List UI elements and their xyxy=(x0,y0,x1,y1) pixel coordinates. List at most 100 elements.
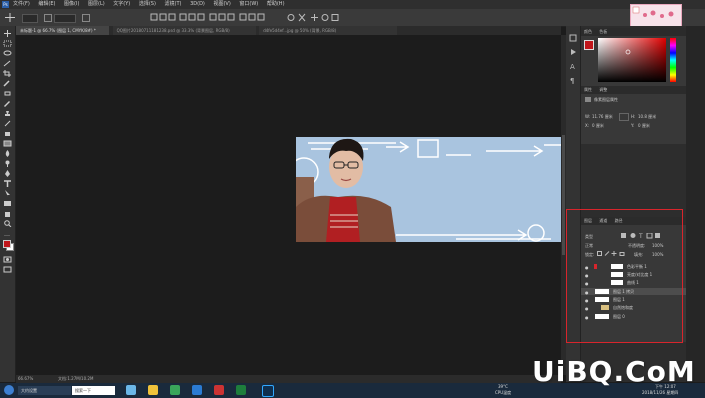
tab-active-document[interactable]: 未标题-1 @ 66.7% (图层 1, CMYK/8#) * xyxy=(16,26,109,35)
rectangle-icon[interactable] xyxy=(3,200,12,207)
properties-title: 像素图层属性 xyxy=(594,97,618,102)
menu-item-type[interactable]: 文字(Y) xyxy=(113,0,130,9)
healing-brush-icon[interactable] xyxy=(3,90,12,97)
layer-select-dropdown[interactable] xyxy=(54,14,76,23)
taskbar-ie-icon[interactable] xyxy=(192,385,202,395)
pixel-layer-icon xyxy=(585,97,591,102)
menu-item-view[interactable]: 视图(V) xyxy=(213,0,230,9)
paragraph-icon[interactable]: ¶ xyxy=(569,76,577,84)
magic-wand-icon[interactable] xyxy=(3,60,12,67)
properties-panel-tabs: 属性 调整 xyxy=(581,86,686,94)
character-icon[interactable]: A xyxy=(569,62,577,70)
color-panel: 颜色 色板 xyxy=(581,28,686,86)
path-selection-icon[interactable] xyxy=(3,190,12,197)
width-value[interactable]: 11.76 厘米 xyxy=(592,114,613,120)
zoom-icon[interactable] xyxy=(3,220,12,227)
hearts-icon xyxy=(632,6,674,18)
taskbar-browser-icon[interactable] xyxy=(126,385,136,395)
taskbar-search-box[interactable]: 搜索一下 xyxy=(72,386,115,395)
cpu-temperature: 39°C xyxy=(498,384,508,389)
taskbar-app-settings[interactable]: 大约设置 xyxy=(18,386,71,395)
options-bar xyxy=(0,9,705,27)
color-picker-field[interactable] xyxy=(598,38,666,82)
auto-select-dropdown[interactable] xyxy=(22,14,38,23)
menu-item-layer[interactable]: 图层(L) xyxy=(88,0,105,9)
align-icons[interactable] xyxy=(150,13,270,22)
properties-panel: 属性 调整 像素图层属性 W: 11.76 厘米 H: 10.8 厘米 X: 0… xyxy=(581,86,686,144)
cpu-label: CPU温度 xyxy=(495,390,512,395)
zoom-level[interactable]: 66.67% xyxy=(18,375,33,383)
tab-color[interactable]: 颜色 xyxy=(581,28,595,36)
foreground-color-swatch[interactable] xyxy=(3,240,11,248)
taskbar-excel-icon[interactable] xyxy=(236,385,246,395)
tools-panel: … xyxy=(0,26,16,382)
taskbar-media-icon[interactable] xyxy=(214,385,224,395)
highlight-box xyxy=(566,209,683,343)
start-button-icon[interactable] xyxy=(4,385,14,395)
document-size: 文档:1.27M/10.2M xyxy=(58,376,94,381)
taskbar-folder-icon[interactable] xyxy=(148,385,158,395)
link-proportions-icon[interactable] xyxy=(619,113,629,121)
taskbar-app-icon[interactable] xyxy=(170,385,180,395)
menu-item-edit[interactable]: 编辑(E) xyxy=(38,0,55,9)
document-tabs: 未标题-1 @ 66.7% (图层 1, CMYK/8#) * QQ图片2018… xyxy=(16,26,561,35)
taskbar-photoshop-icon[interactable] xyxy=(262,385,274,397)
move-icon[interactable] xyxy=(3,30,12,37)
brush-icon[interactable] xyxy=(3,100,12,107)
quick-mask-icon[interactable] xyxy=(3,256,12,263)
eraser-icon[interactable] xyxy=(3,130,12,137)
history-brush-icon[interactable] xyxy=(3,120,12,127)
height-label: H: xyxy=(631,114,636,119)
hand-icon[interactable] xyxy=(3,210,12,217)
marquee-icon[interactable] xyxy=(3,40,12,47)
decorative-overlay-image xyxy=(630,4,682,28)
menu-item-filter[interactable]: 滤镜(T) xyxy=(165,0,182,9)
clone-stamp-icon[interactable] xyxy=(3,110,12,117)
status-bar: 66.67% 文档:1.27M/10.2M xyxy=(16,375,561,383)
tab-properties[interactable]: 属性 xyxy=(581,86,595,94)
gradient-icon[interactable] xyxy=(3,140,12,147)
svg-text:…: … xyxy=(4,231,10,237)
panel-foreground-swatch[interactable] xyxy=(584,40,594,50)
height-value[interactable]: 10.8 厘米 xyxy=(638,114,656,120)
menu-item-file[interactable]: 文件(F) xyxy=(13,0,30,9)
menu-item-help[interactable]: 帮助(H) xyxy=(267,0,285,9)
menu-item-3d[interactable]: 3D(D) xyxy=(190,0,205,9)
document-canvas[interactable] xyxy=(296,137,561,242)
tab-adjustments[interactable]: 调整 xyxy=(596,86,610,94)
menu-bar: Ps 文件(F) 编辑(E) 图像(I) 图层(L) 文字(Y) 选择(S) 滤… xyxy=(0,0,705,9)
y-label: Y: xyxy=(631,123,635,128)
x-value[interactable]: 0 厘米 xyxy=(592,123,604,129)
artwork-image xyxy=(296,137,561,242)
scrollbar-thumb[interactable] xyxy=(562,135,565,255)
auto-select-checkbox[interactable] xyxy=(44,14,52,22)
clock-date[interactable]: 2018/11/26 星期四 xyxy=(642,390,678,396)
panel-collapse-strip xyxy=(686,26,705,382)
actions-icon[interactable] xyxy=(569,48,577,56)
x-label: X: xyxy=(585,123,590,128)
menu-item-image[interactable]: 图像(I) xyxy=(64,0,79,9)
color-panel-tabs: 颜色 色板 xyxy=(581,28,686,36)
eyedropper-icon[interactable] xyxy=(3,80,12,87)
blur-icon[interactable] xyxy=(3,150,12,157)
pen-icon[interactable] xyxy=(3,170,12,177)
hue-slider[interactable] xyxy=(670,38,676,82)
menu-item-select[interactable]: 选择(S) xyxy=(139,0,156,9)
type-icon[interactable] xyxy=(3,180,12,187)
tab-document-3[interactable]: d4fe5d4ef...jpg @ 50% (背景, RGB/8) xyxy=(259,26,398,35)
3d-mode-icons[interactable] xyxy=(287,13,347,22)
more-tools-icon[interactable]: … xyxy=(3,230,12,237)
crop-icon[interactable] xyxy=(3,70,12,77)
dodge-icon[interactable] xyxy=(3,160,12,167)
menu-item-window[interactable]: 窗口(W) xyxy=(239,0,258,9)
tab-document-2[interactable]: QQ图片20180711181238.psd @ 33.3% (背景图层, RG… xyxy=(112,26,256,35)
screen-mode-icon[interactable] xyxy=(3,266,12,273)
move-tool-icon[interactable] xyxy=(5,13,15,22)
tab-swatches[interactable]: 色板 xyxy=(596,28,610,36)
show-transform-checkbox[interactable] xyxy=(82,14,90,22)
svg-text:A: A xyxy=(570,63,575,70)
lasso-icon[interactable] xyxy=(3,50,12,57)
ps-logo-icon[interactable]: Ps xyxy=(2,1,9,8)
y-value[interactable]: 0 厘米 xyxy=(638,123,650,129)
history-icon[interactable] xyxy=(569,34,577,42)
